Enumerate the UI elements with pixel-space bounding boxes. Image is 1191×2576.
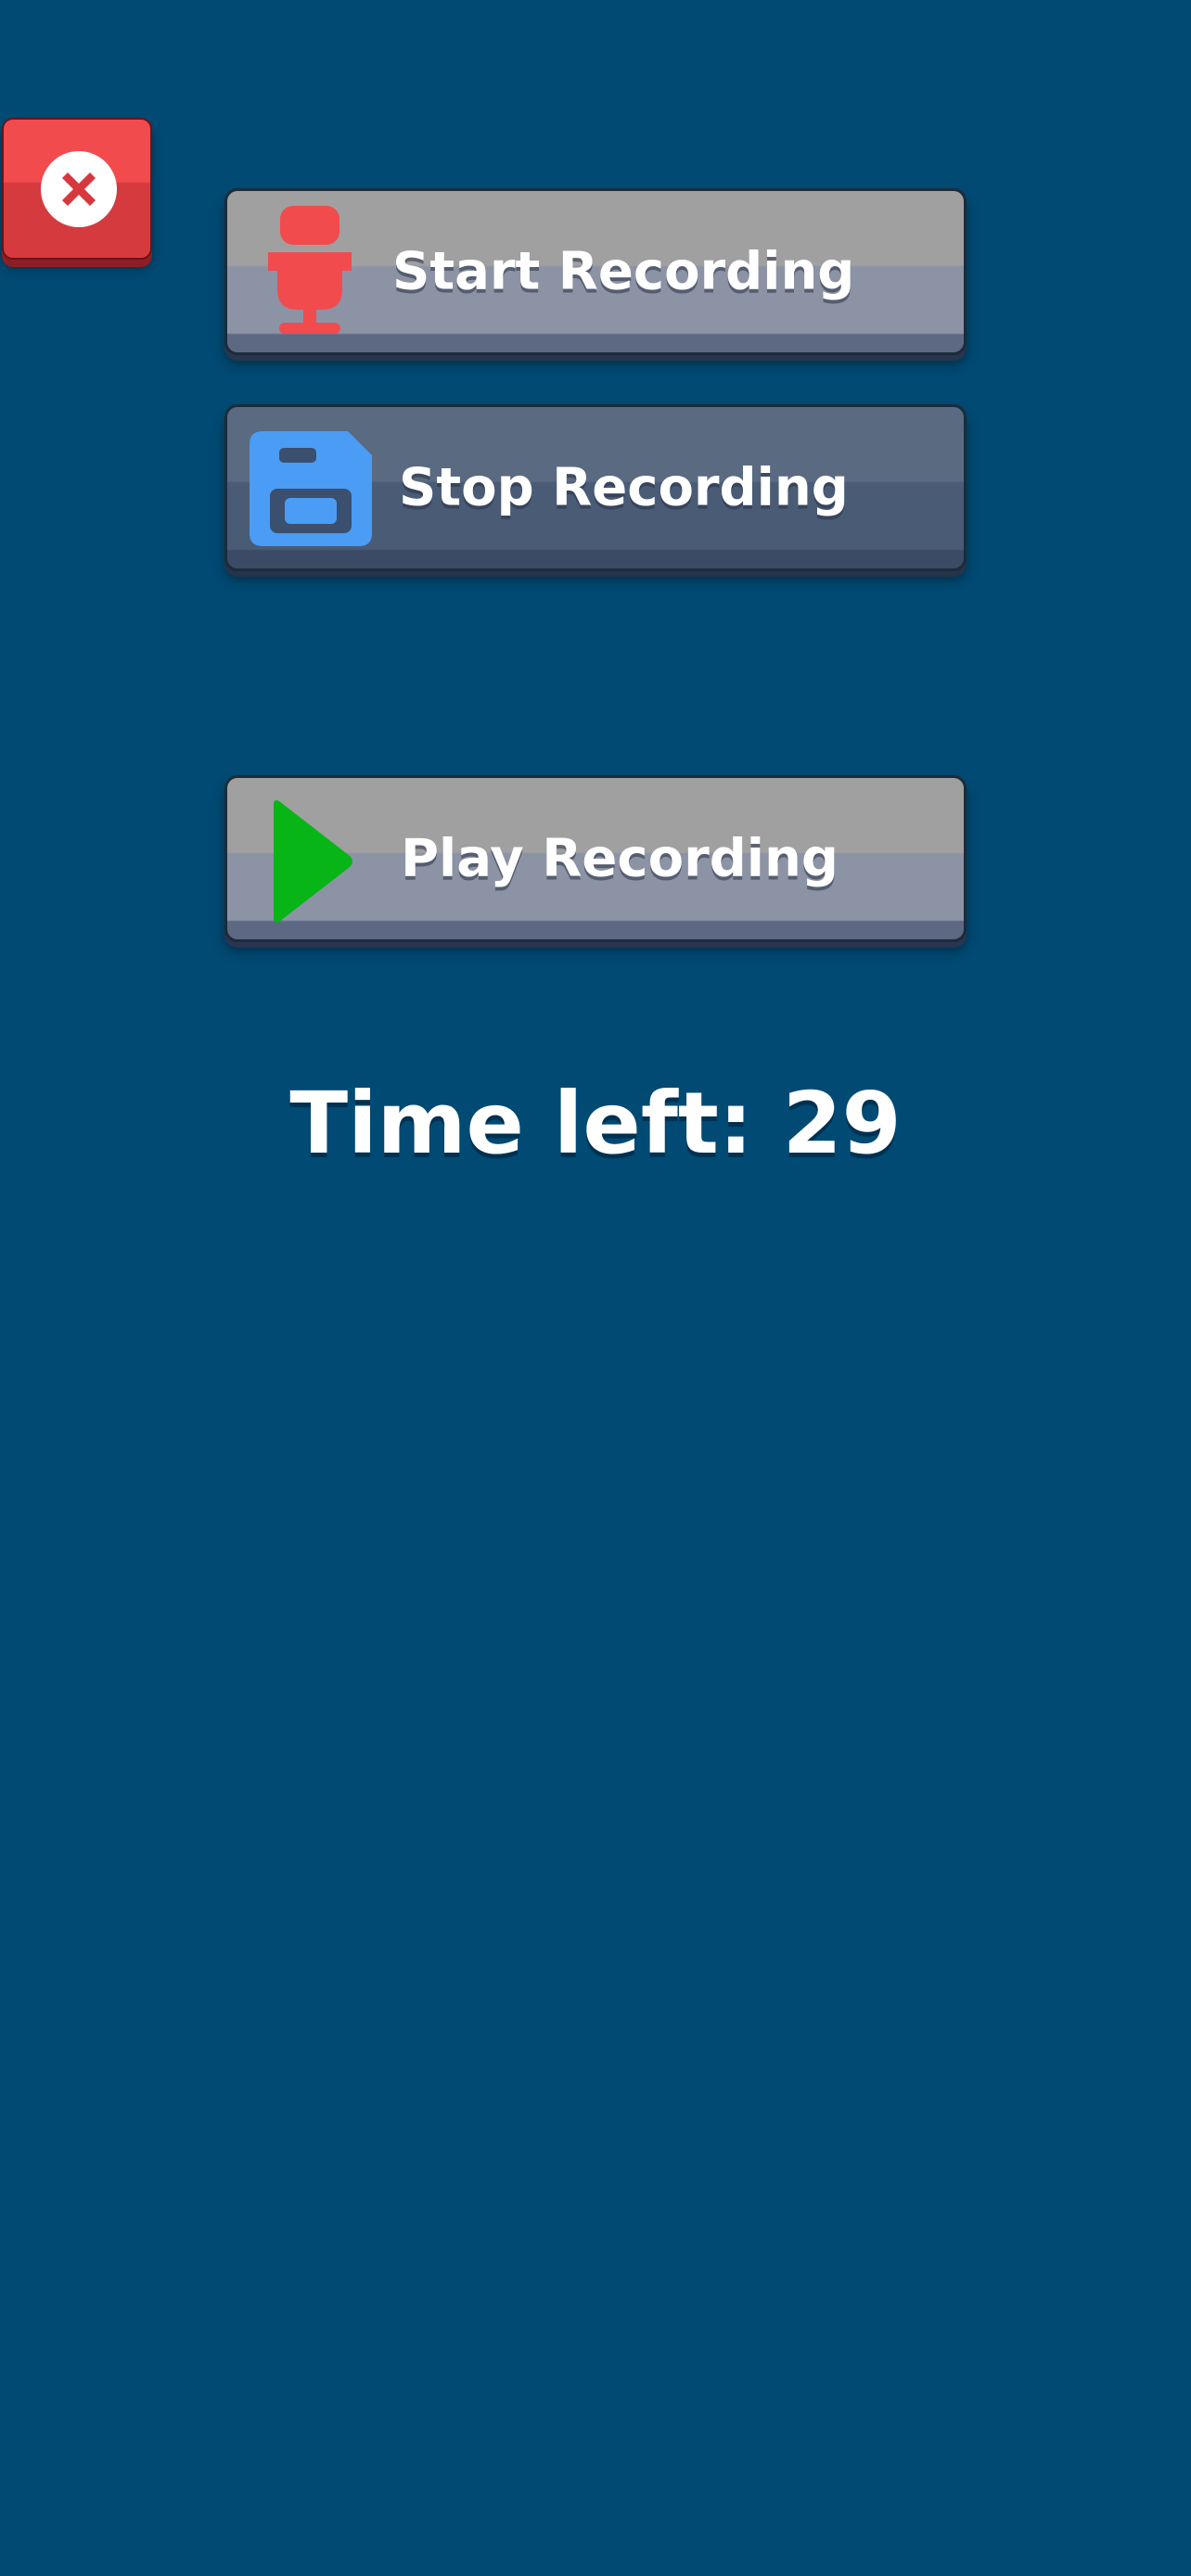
play-recording-label: Play Recording: [401, 828, 839, 889]
stop-recording-button[interactable]: Stop Recording: [224, 404, 967, 571]
start-recording-label: Start Recording: [392, 241, 855, 302]
recording-screen: Start Recording Stop Recording Play Reco…: [0, 0, 1191, 2576]
play-recording-button[interactable]: Play Recording: [224, 775, 967, 942]
play-icon: [266, 798, 355, 925]
close-icon: [40, 150, 118, 228]
stop-recording-label: Stop Recording: [399, 457, 849, 518]
save-icon: [250, 431, 372, 546]
close-button[interactable]: [2, 118, 152, 260]
time-left-text: Time left: 29: [289, 1074, 902, 1173]
start-recording-button[interactable]: Start Recording: [224, 188, 967, 355]
microphone-icon: [268, 206, 352, 336]
